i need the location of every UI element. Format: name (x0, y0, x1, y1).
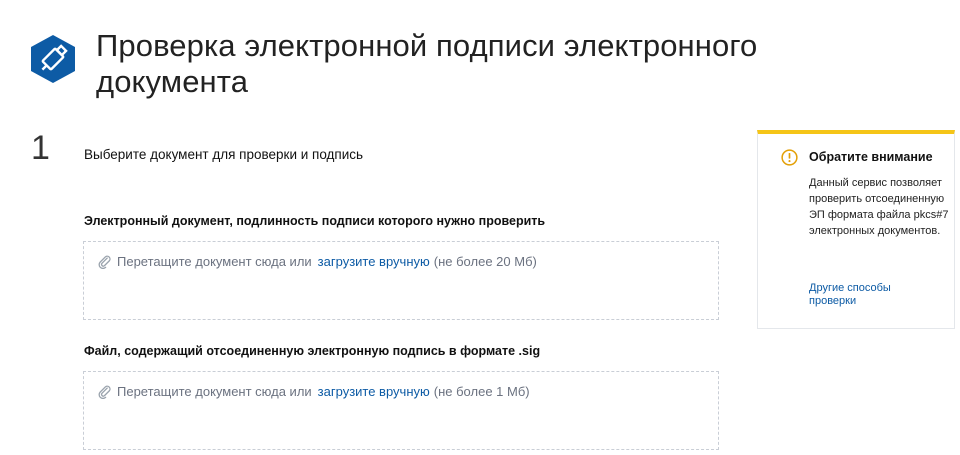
step-number: 1 (31, 129, 50, 167)
document-dropzone[interactable]: Перетащите документ сюда или загрузите в… (83, 241, 719, 320)
paperclip-icon (98, 385, 111, 399)
dropzone-text: Перетащите документ сюда или (117, 254, 312, 269)
warning-icon (781, 149, 798, 166)
signature-dropzone[interactable]: Перетащите документ сюда или загрузите в… (83, 371, 719, 450)
upload-manually-link[interactable]: загрузите вручную (318, 254, 430, 270)
notice-title: Обратите внимание (809, 150, 933, 164)
usb-token-icon (31, 35, 75, 83)
size-limit-text: (не более 20 Мб) (433, 254, 537, 269)
document-field-label: Электронный документ, подлинность подпис… (84, 214, 546, 228)
notice-panel: Обратите внимание Данный сервис позволяе… (757, 130, 955, 329)
other-methods-link[interactable]: Другие способы проверки (809, 282, 929, 308)
upload-manually-link[interactable]: загрузите вручную (318, 384, 430, 400)
step-title: Выберите документ для проверки и подпись (84, 147, 364, 162)
page-title: Проверка электронной подписи электронног… (96, 28, 758, 99)
size-limit-text: (не более 1 Мб) (433, 384, 530, 399)
paperclip-icon (98, 255, 111, 269)
notice-body: Данный сервис позволяет проверить отсоед… (809, 177, 949, 237)
signature-field-label: Файл, содержащий отсоединенную электронн… (84, 344, 541, 358)
dropzone-text: Перетащите документ сюда или (117, 384, 312, 399)
